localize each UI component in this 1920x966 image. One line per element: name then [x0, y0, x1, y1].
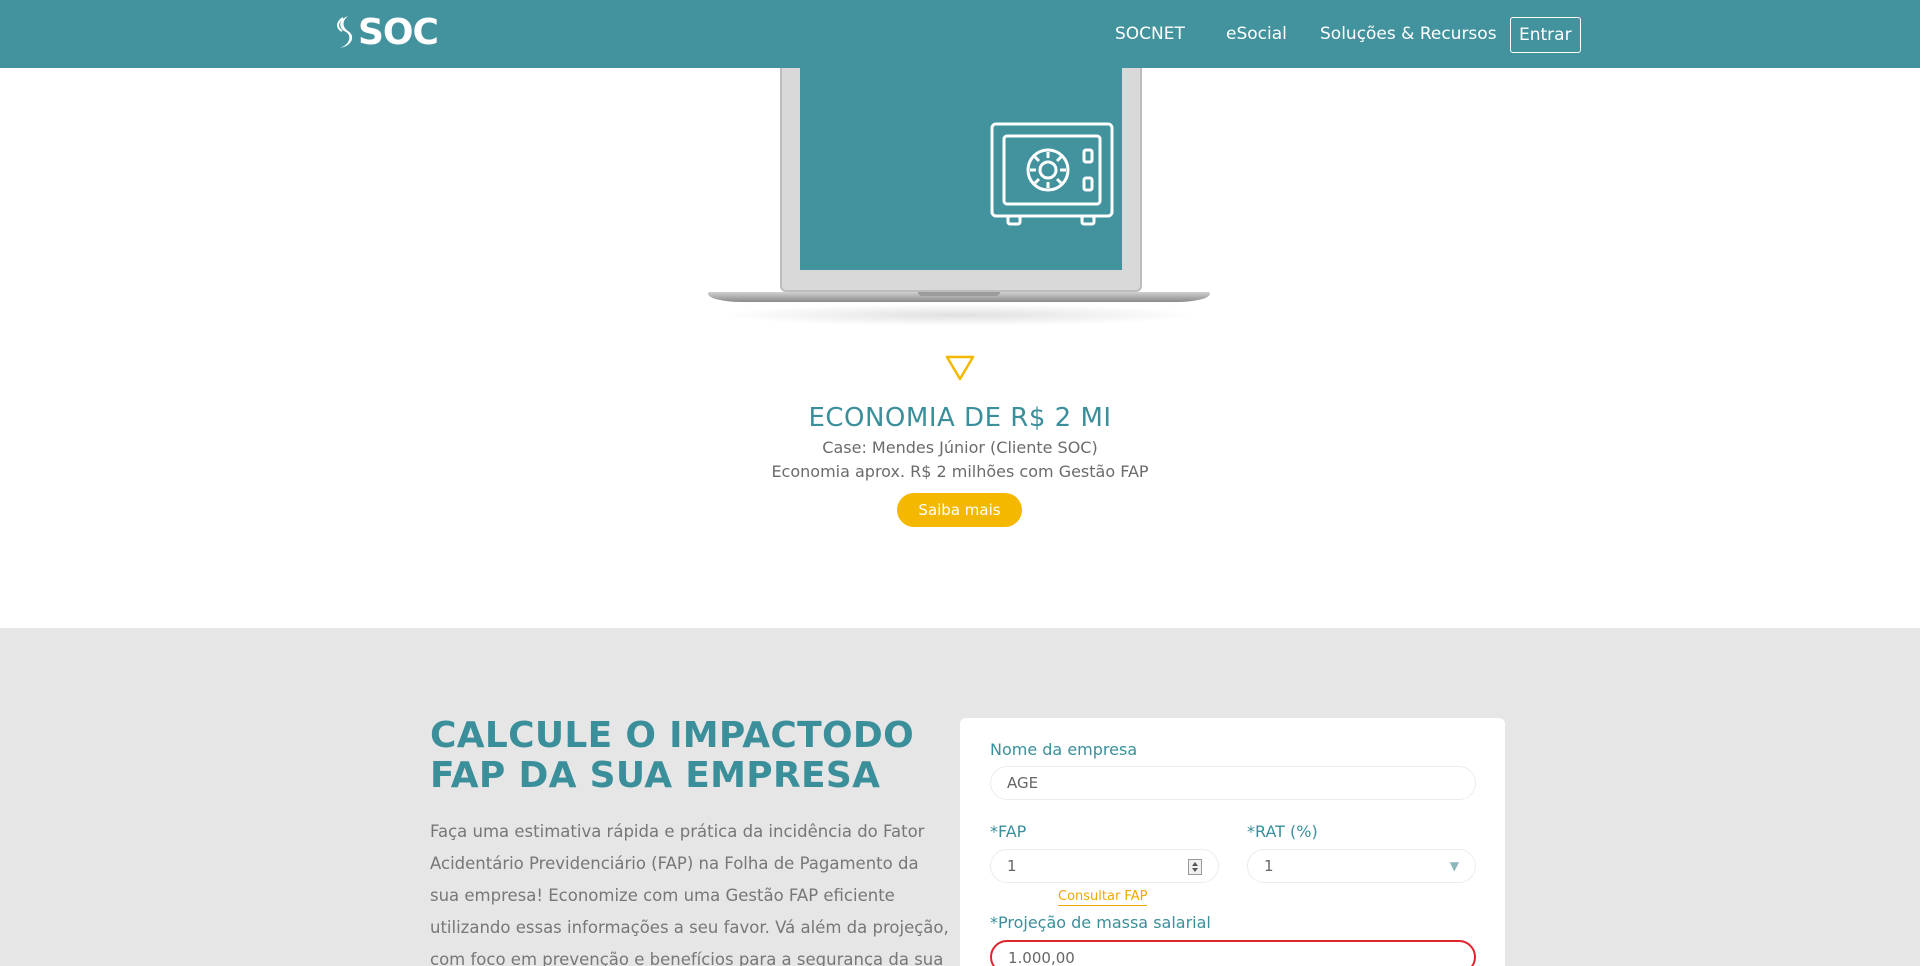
case-title: ECONOMIA DE R$ 2 MI — [808, 403, 1112, 433]
fap-label: *FAP — [990, 822, 1027, 841]
salary-projection-label: *Projeção de massa salarial — [990, 913, 1211, 932]
soc-logo[interactable]: SOC — [334, 11, 439, 53]
saiba-mais-button[interactable]: Saiba mais — [897, 493, 1022, 527]
calculator-title: CALCULE O IMPACTODO FAP DA SUA EMPRESA — [430, 715, 915, 796]
safe-icon — [990, 122, 1114, 226]
rat-value: 1 — [1264, 857, 1274, 875]
nav-link-socnet[interactable]: SOCNET — [1115, 24, 1185, 44]
logo-text: SOC — [358, 11, 439, 53]
consultar-fap-link[interactable]: Consultar FAP — [1058, 889, 1148, 906]
rat-label: *RAT (%) — [1247, 822, 1318, 841]
case-client-text: Case: Mendes Júnior (Cliente SOC) — [822, 438, 1098, 457]
laptop-illustration — [708, 68, 1210, 328]
company-name-label: Nome da empresa — [990, 740, 1138, 759]
laptop-screen — [800, 68, 1122, 270]
salary-projection-input[interactable]: 1.000,00 — [990, 940, 1476, 966]
triangle-down-icon — [945, 355, 975, 381]
fap-value: 1 — [1007, 857, 1017, 875]
nav-link-esocial[interactable]: eSocial — [1226, 24, 1287, 44]
login-button[interactable]: Entrar — [1510, 17, 1581, 53]
calculator-form-card: Nome da empresa AGE *FAP *RAT (%) 1 1 ▼ … — [960, 718, 1505, 966]
laptop-notch — [918, 292, 1000, 296]
rat-select[interactable]: 1 ▼ — [1247, 849, 1476, 883]
logo-swirl-icon — [337, 16, 353, 48]
company-name-input[interactable]: AGE — [990, 766, 1476, 800]
nav-link-solucoes-recursos[interactable]: Soluções & Recursos — [1320, 24, 1497, 44]
dropdown-arrow-icon: ▼ — [1449, 859, 1459, 873]
case-savings-text: Economia aprox. R$ 2 milhões com Gestão … — [771, 462, 1149, 481]
spinner-icon[interactable] — [1188, 859, 1202, 875]
top-navigation-bar: SOC SOCNET eSocial Soluções & Recursos E… — [0, 0, 1920, 68]
calculator-description: Faça uma estimativa rápida e prática da … — [430, 822, 949, 966]
laptop-shadow — [718, 304, 1200, 326]
fap-number-input[interactable]: 1 — [990, 849, 1219, 883]
